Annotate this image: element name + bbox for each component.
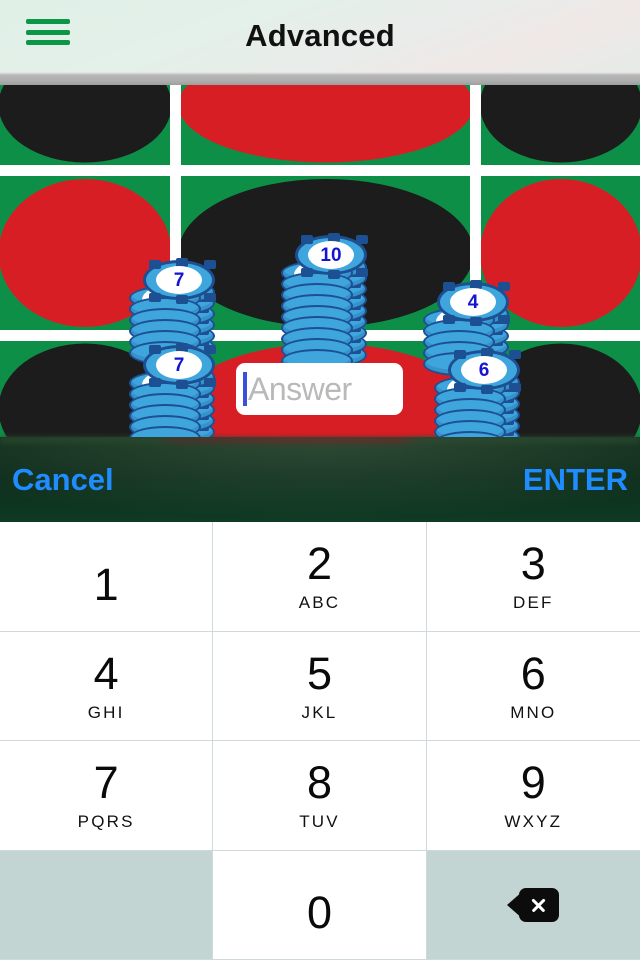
board-cell[interactable] (481, 85, 640, 165)
chip-stack[interactable]: 10 (281, 233, 368, 374)
chip-edge-marker (204, 378, 216, 387)
keypad-key-letters: ABC (298, 593, 341, 613)
board-pocket (0, 85, 170, 163)
board-cell[interactable] (0, 85, 170, 165)
chip-edge-marker (443, 315, 455, 324)
board-gridline (0, 165, 640, 176)
chip-edge-marker (204, 260, 216, 269)
chip-edge-marker (328, 270, 340, 279)
chip-edge-marker (176, 380, 188, 389)
keypad-key-9[interactable]: 9 WXYZ (426, 741, 640, 851)
answer-placeholder: Answer (248, 371, 352, 407)
keypad-key-1[interactable]: 1 (0, 522, 214, 632)
chip-edge-marker (356, 235, 368, 244)
keypad-key-number: 8 (306, 757, 332, 809)
chip-top: 7 (143, 258, 216, 304)
chip-edge-marker (149, 260, 161, 269)
chip-stack[interactable]: 7 (129, 343, 216, 437)
chip-top: 7 (143, 343, 216, 389)
chip-edge-marker (509, 350, 521, 359)
keypad-key-number: 5 (306, 647, 332, 699)
chip-value-label: 7 (156, 266, 202, 294)
page-title: Advanced (245, 18, 395, 53)
answer-input[interactable]: Answer (236, 363, 403, 415)
chip-edge-marker (149, 345, 161, 354)
chip-value-label: 6 (461, 356, 507, 384)
header-divider (0, 72, 640, 85)
backspace-icon-tip (507, 890, 524, 919)
text-caret (243, 372, 247, 406)
chip-edge-marker (498, 315, 510, 324)
keypad-key-letters: DEF (513, 593, 554, 613)
chip-edge-marker (356, 268, 368, 277)
keypad-key-6[interactable]: 6 MNO (426, 631, 640, 741)
chip-edge-marker (149, 378, 161, 387)
keypad-key-7[interactable]: 7 PQRS (0, 741, 214, 851)
enter-button[interactable]: ENTER (523, 437, 628, 522)
chip-edge-marker (454, 383, 466, 392)
chip-top: 6 (448, 348, 521, 394)
keypad-key-number: 1 (93, 558, 119, 610)
keypad-key-letters: PQRS (77, 812, 135, 832)
keypad-key-number: 4 (93, 647, 119, 699)
chip-edge-marker (454, 350, 466, 359)
chip-stack[interactable]: 6 (434, 348, 521, 437)
keypad-key-3[interactable]: 3 DEF (426, 522, 640, 632)
chip-edge-marker (176, 295, 188, 304)
chip-edge-marker (470, 317, 482, 326)
keypad-key-number: 9 (520, 757, 546, 809)
chip-value-label: 7 (156, 351, 202, 379)
chip-edge-marker (149, 293, 161, 302)
chip-value-label: 4 (450, 288, 496, 316)
chip-edge-marker (443, 282, 455, 291)
app-root: Advanced 7 7 10 4 6 Answer Cancel ENTER 1 2 AB… (0, 0, 640, 960)
chip-value-label: 10 (308, 241, 354, 269)
keypad-key-number: 2 (306, 538, 332, 590)
keypad-key-letters: MNO (510, 702, 557, 722)
board-pocket (481, 85, 640, 163)
chip-edge-marker (481, 385, 493, 394)
keypad-key-8[interactable]: 8 TUV (213, 741, 427, 851)
keypad-key-number: 3 (520, 538, 546, 590)
chip-edge-marker (204, 293, 216, 302)
board-pocket (181, 85, 470, 163)
backspace-icon (507, 887, 560, 922)
backspace-key[interactable] (426, 850, 640, 960)
numeric-keypad[interactable]: 1 2 ABC 3 DEF 4 GHI 5 JKL 6 MNO 7 PQRS 8 TUV 9 WXYZ 0 (0, 522, 640, 960)
chip-edge-marker (509, 383, 521, 392)
keypad-blank (0, 850, 214, 960)
keypad-key-number: 0 (306, 887, 332, 939)
cancel-button[interactable]: Cancel (12, 437, 114, 522)
chip-edge-marker (498, 282, 510, 291)
keypad-key-letters: GHI (87, 702, 125, 722)
keypad-key-number: 6 (520, 647, 546, 699)
board-cell[interactable] (181, 85, 470, 165)
keypad-key-5[interactable]: 5 JKL (213, 631, 427, 741)
app-header: Advanced (0, 0, 640, 72)
keypad-key-4[interactable]: 4 GHI (0, 631, 214, 741)
chip-top: 10 (295, 233, 368, 279)
keypad-key-letters: TUV (299, 812, 340, 832)
keypad-key-2[interactable]: 2 ABC (213, 522, 427, 632)
chip-edge-marker (301, 235, 313, 244)
chip-top: 4 (437, 280, 510, 326)
chip-edge-marker (301, 268, 313, 277)
keypad-key-0[interactable]: 0 (213, 850, 427, 960)
chip-edge-marker (204, 345, 216, 354)
keypad-key-letters: WXYZ (504, 812, 563, 832)
keypad-key-letters: JKL (301, 702, 338, 722)
keypad-key-number: 7 (93, 757, 119, 809)
keyboard-accessory-bar: Cancel ENTER (0, 437, 640, 522)
